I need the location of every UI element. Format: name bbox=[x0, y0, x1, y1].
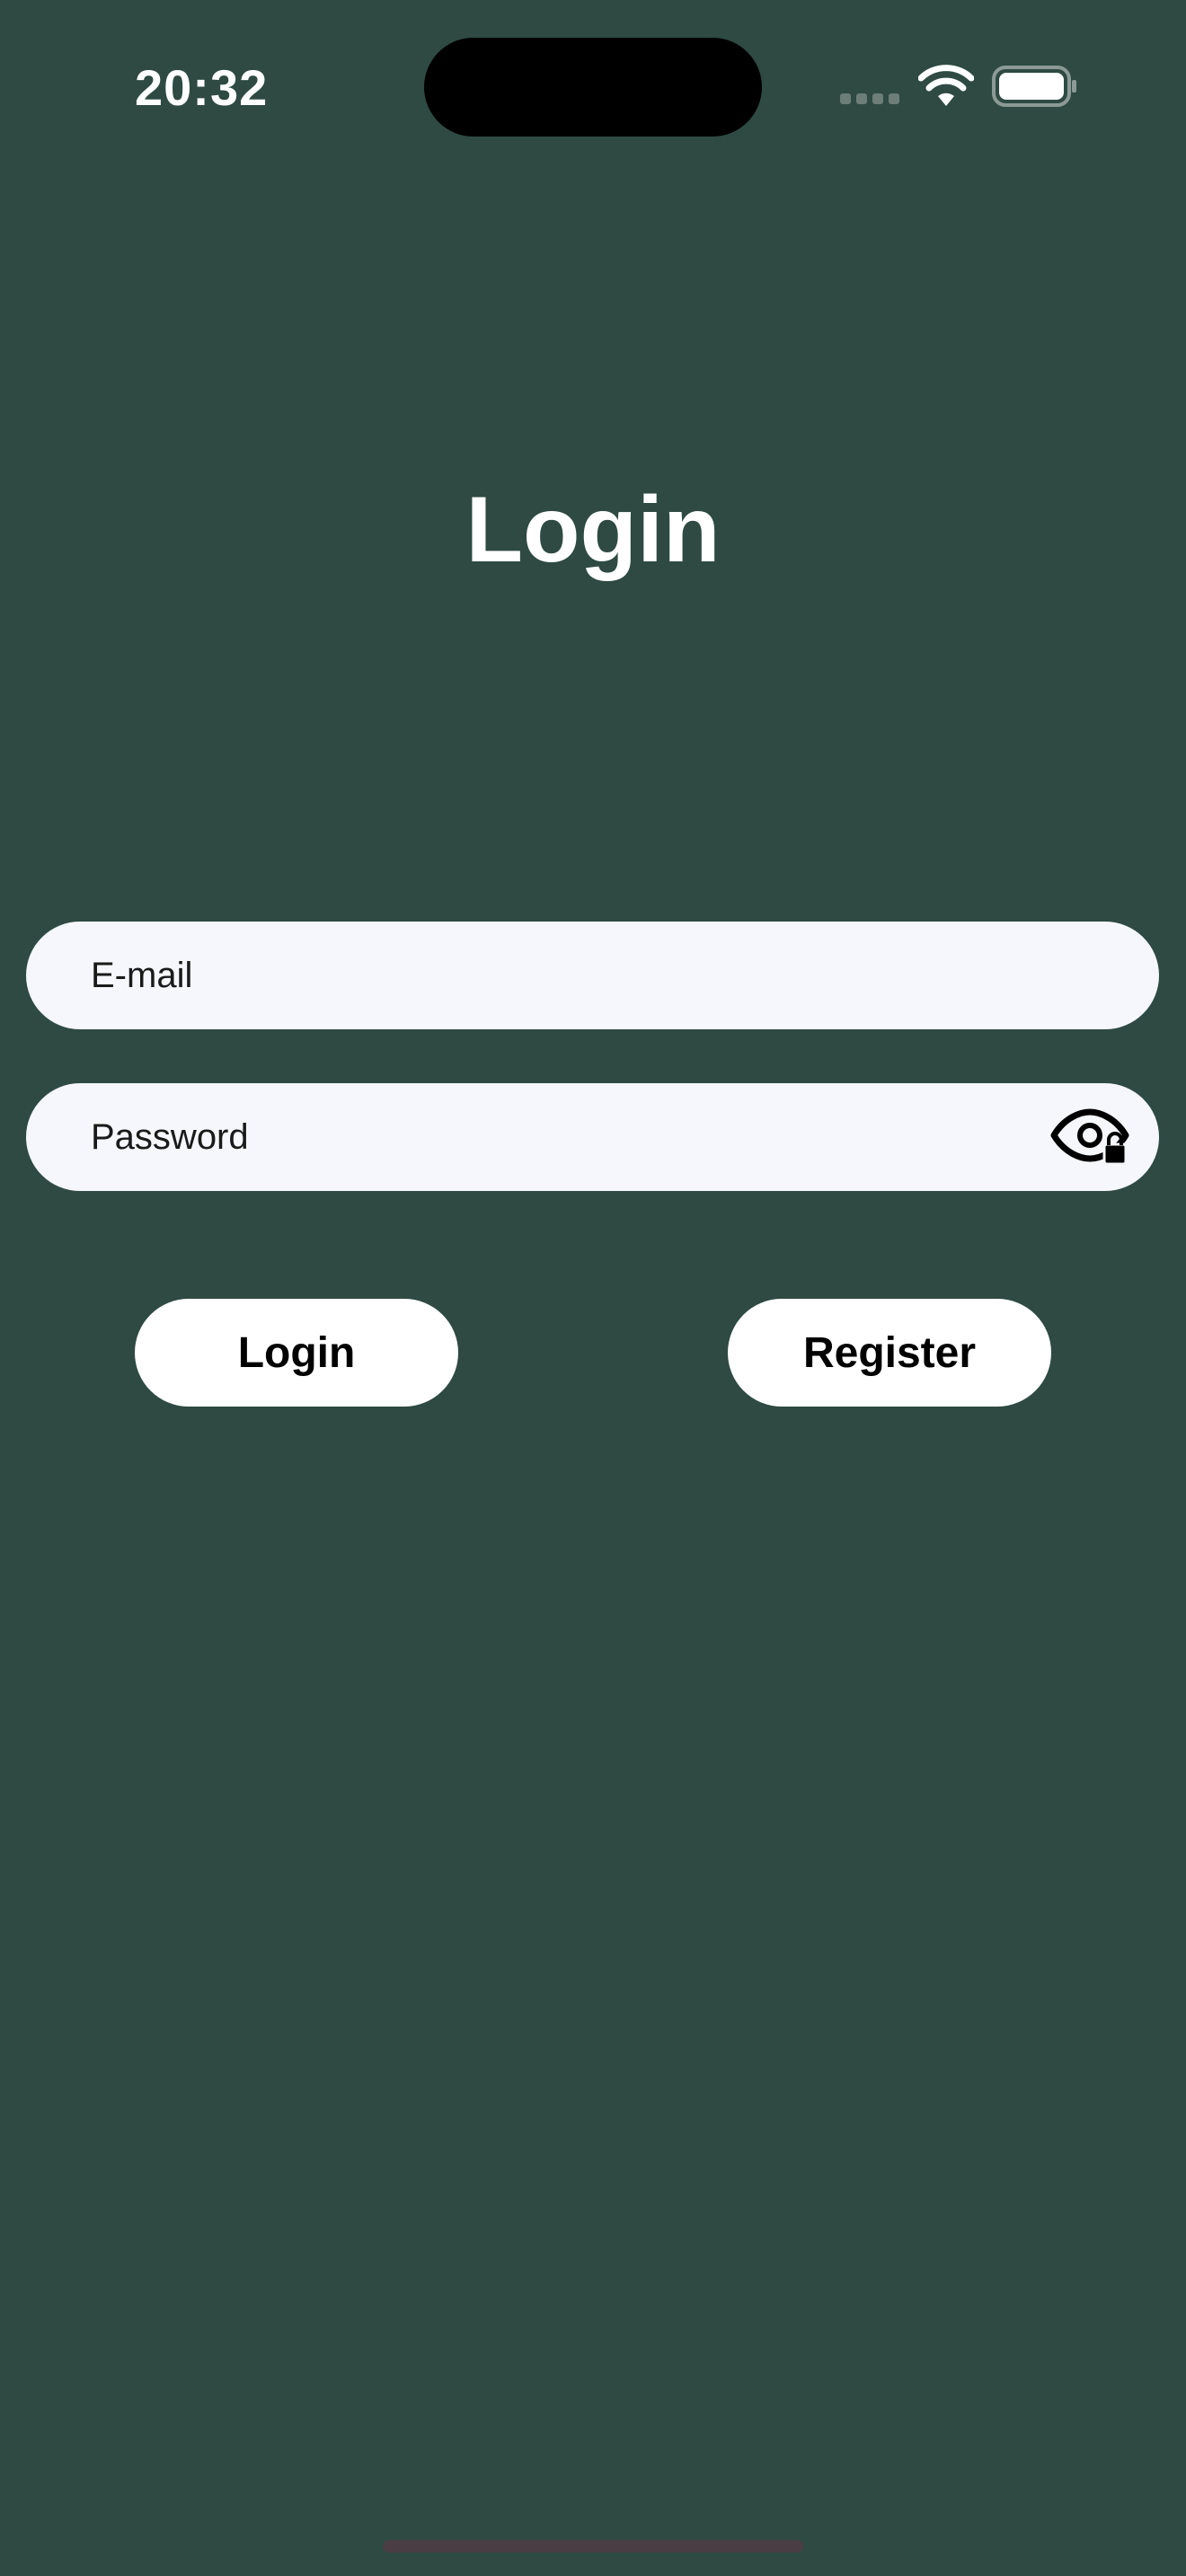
login-screen: 20:32 Login Login Register bbox=[0, 0, 1186, 2576]
login-button[interactable]: Login bbox=[135, 1299, 458, 1407]
register-button[interactable]: Register bbox=[728, 1299, 1051, 1407]
status-time: 20:32 bbox=[135, 59, 269, 116]
password-field[interactable] bbox=[91, 1083, 1034, 1191]
email-field[interactable] bbox=[91, 922, 1034, 1029]
signal-icon bbox=[840, 93, 901, 106]
email-field-container bbox=[26, 922, 1159, 1029]
page-title: Login bbox=[465, 478, 721, 582]
password-field-container bbox=[26, 1083, 1159, 1191]
eye-lock-icon[interactable] bbox=[1050, 1108, 1133, 1166]
wifi-icon bbox=[918, 65, 974, 106]
home-indicator bbox=[383, 2540, 803, 2553]
dynamic-island bbox=[424, 38, 762, 137]
battery-icon bbox=[992, 66, 1076, 107]
